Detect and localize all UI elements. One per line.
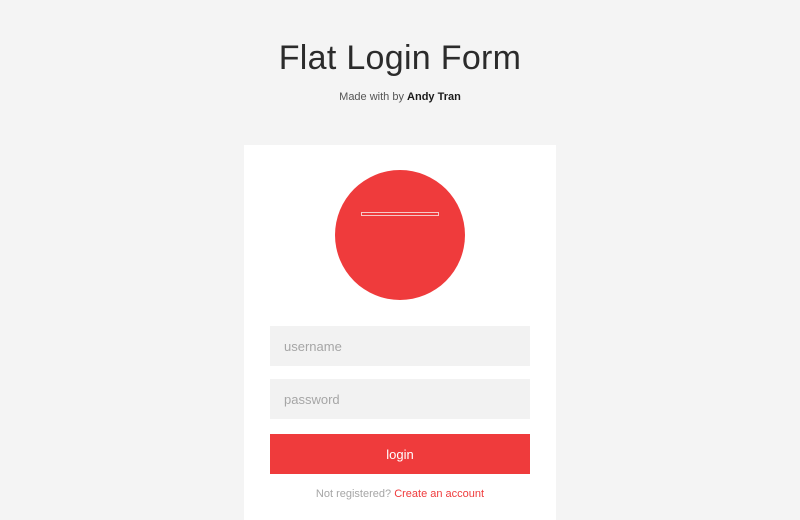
create-account-link[interactable]: Create an account	[394, 488, 484, 500]
login-card: login Not registered? Create an account	[244, 145, 556, 520]
page-title: Flat Login Form	[278, 39, 522, 77]
author-name: Andy Tran	[407, 91, 461, 103]
password-input[interactable]	[270, 379, 530, 419]
register-text: Not registered?	[315, 488, 392, 500]
username-input[interactable]	[270, 326, 530, 366]
register-prompt: Not registered? Create an account	[244, 487, 556, 501]
page-subtitle: Made with by Andy Tran	[0, 90, 800, 104]
avatar-bar	[361, 212, 439, 216]
avatar-placeholder-icon	[335, 170, 465, 300]
subtitle-prefix: Made with by	[339, 91, 404, 103]
login-button[interactable]: login	[270, 434, 530, 474]
